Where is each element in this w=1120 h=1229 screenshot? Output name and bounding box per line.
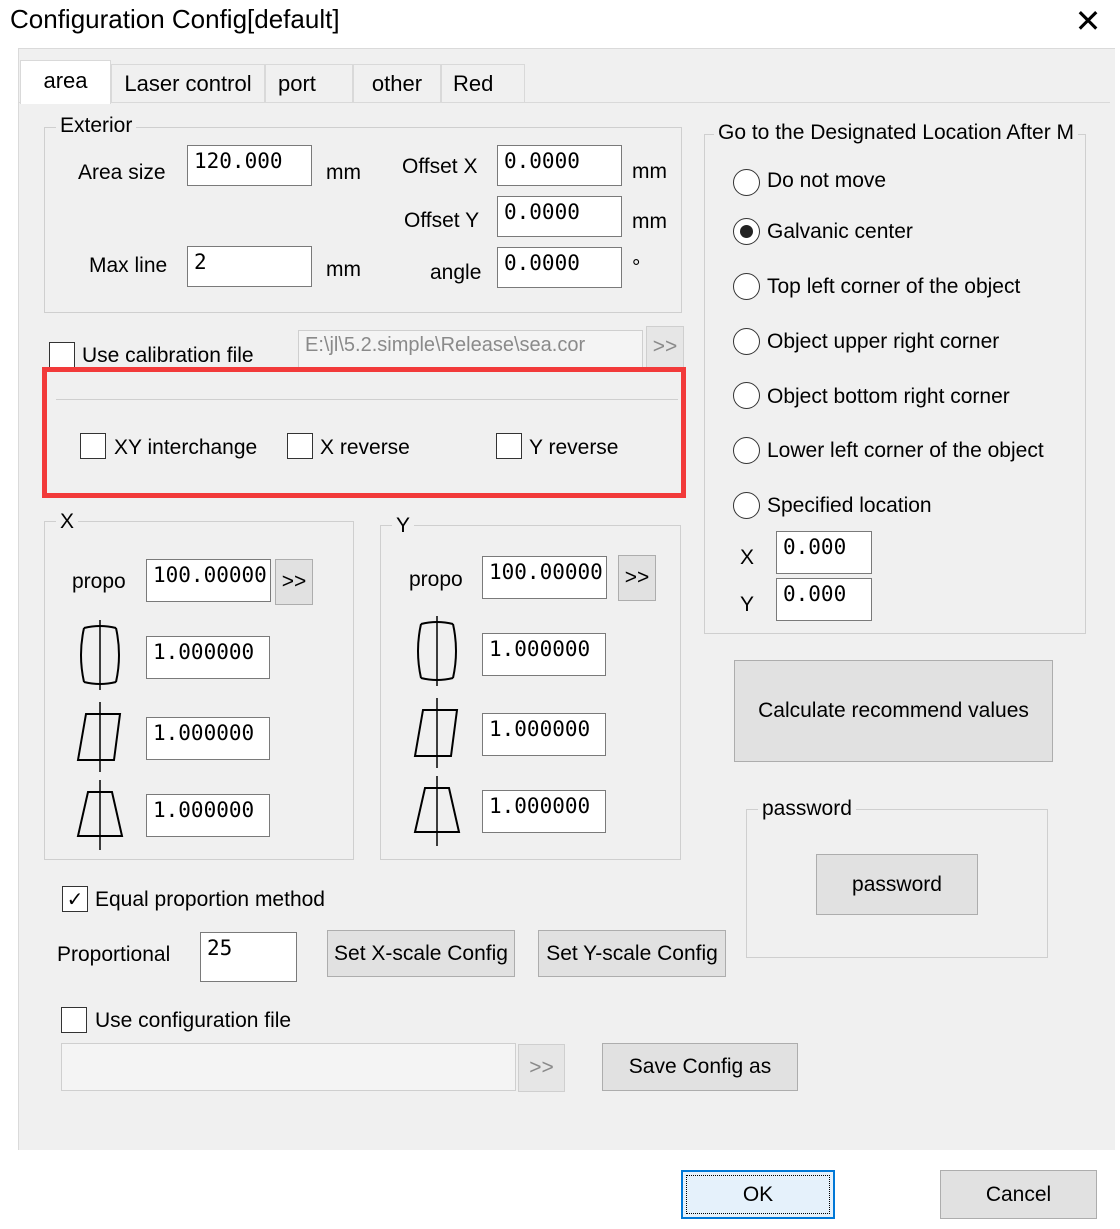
ok-button-label: OK (742, 1182, 774, 1206)
radio-top-left-corner[interactable] (733, 273, 760, 300)
radio-do-not-move[interactable] (733, 169, 760, 196)
x-barrel-input[interactable]: 1.000000 (146, 636, 270, 679)
location-y-label: Y (740, 593, 755, 616)
x-reverse-checkbox[interactable] (287, 433, 313, 459)
x-propo-button[interactable]: >> (275, 559, 313, 605)
radio-galvanic-center[interactable] (733, 218, 760, 245)
offset-y-label: Offset Y (404, 209, 480, 232)
radio-lower-left-corner[interactable] (733, 437, 760, 464)
calculate-recommend-button[interactable]: Calculate recommend values (734, 660, 1053, 762)
radio-upper-right-corner-label: Object upper right corner (767, 330, 1000, 353)
offset-y-unit: mm (632, 210, 667, 233)
tab-other[interactable]: other (353, 64, 441, 102)
set-x-scale-button[interactable]: Set X-scale Config (327, 930, 515, 977)
proportional-input[interactable]: 25 (200, 932, 297, 982)
use-calibration-checkbox[interactable] (49, 342, 75, 368)
ok-button[interactable]: OK (681, 1170, 835, 1219)
radio-lower-left-corner-label: Lower left corner of the object (767, 439, 1044, 462)
y-parallelogram-input[interactable]: 1.000000 (482, 713, 606, 756)
close-icon[interactable]: ✕ (1072, 2, 1104, 40)
angle-label: angle (430, 261, 482, 284)
area-size-unit: mm (326, 161, 361, 184)
y-reverse-label: Y reverse (529, 436, 619, 459)
xy-interchange-checkbox[interactable] (80, 433, 106, 459)
radio-specified-location[interactable] (733, 492, 760, 519)
parallelogram-distortion-icon (70, 702, 130, 772)
y-legend: Y (392, 514, 415, 538)
max-line-input[interactable]: 2 (187, 246, 312, 287)
y-trapezoid-input[interactable]: 1.000000 (482, 790, 606, 833)
barrel-distortion-icon (407, 616, 467, 686)
x-reverse-label: X reverse (320, 436, 410, 459)
config-file-browse-button[interactable]: >> (518, 1044, 565, 1092)
exterior-legend: Exterior (56, 114, 137, 138)
y-propo-button[interactable]: >> (618, 555, 656, 601)
trapezoid-distortion-icon (70, 780, 130, 850)
angle-unit: ° (632, 256, 641, 279)
x-legend: X (56, 510, 79, 534)
password-legend: password (758, 797, 856, 821)
tab-laser-control[interactable]: Laser control (111, 64, 265, 102)
angle-input[interactable]: 0.0000 (497, 247, 622, 288)
use-calibration-label: Use calibration file (82, 344, 254, 367)
radio-specified-location-label: Specified location (767, 494, 932, 517)
offset-x-label: Offset X (402, 155, 478, 178)
radio-do-not-move-label: Do not move (767, 169, 887, 192)
tab-port[interactable]: port (265, 64, 353, 102)
equal-proportion-checkbox[interactable]: ✓ (62, 886, 88, 912)
equal-proportion-label: Equal proportion method (95, 888, 325, 911)
radio-upper-right-corner[interactable] (733, 328, 760, 355)
y-propo-input[interactable]: 100.00000 (482, 556, 607, 599)
max-line-label: Max line (89, 254, 168, 277)
x-propo-input[interactable]: 100.00000 (146, 559, 271, 602)
calibration-browse-button[interactable]: >> (646, 326, 684, 368)
location-x-label: X (740, 546, 755, 569)
use-config-file-checkbox[interactable] (61, 1007, 87, 1033)
y-propo-label: propo (409, 568, 463, 591)
password-button[interactable]: password (816, 854, 978, 915)
radio-bottom-right-corner[interactable] (733, 382, 760, 409)
location-y-input[interactable]: 0.000 (776, 578, 872, 621)
set-y-scale-button[interactable]: Set Y-scale Config (538, 930, 726, 977)
barrel-distortion-icon (70, 620, 130, 690)
goto-location-group (704, 134, 1086, 634)
radio-bottom-right-corner-label: Object bottom right corner (767, 385, 1010, 408)
area-size-label: Area size (78, 161, 166, 184)
proportional-label: Proportional (57, 943, 171, 966)
max-line-unit: mm (326, 258, 361, 281)
y-reverse-checkbox[interactable] (496, 433, 522, 459)
radio-galvanic-center-label: Galvanic center (767, 220, 913, 243)
highlight-box (42, 367, 686, 498)
offset-y-input[interactable]: 0.0000 (497, 196, 622, 237)
save-config-as-button[interactable]: Save Config as (602, 1043, 798, 1091)
radio-top-left-corner-label: Top left corner of the object (767, 275, 1021, 298)
parallelogram-distortion-icon (407, 698, 467, 768)
offset-x-input[interactable]: 0.0000 (497, 145, 622, 186)
xy-interchange-label: XY interchange (114, 436, 258, 459)
calibration-path-field[interactable]: E:\jl\5.2.simple\Release\sea.cor (298, 330, 643, 370)
goto-location-legend: Go to the Designated Location After M (714, 121, 1079, 145)
offset-x-unit: mm (632, 160, 667, 183)
tab-area[interactable]: area (20, 60, 111, 104)
tab-red[interactable]: Red (441, 64, 525, 102)
cancel-button[interactable]: Cancel (940, 1170, 1097, 1219)
trapezoid-distortion-icon (407, 776, 467, 846)
x-parallelogram-input[interactable]: 1.000000 (146, 717, 270, 760)
use-config-file-label: Use configuration file (95, 1009, 292, 1032)
reverse-separator (56, 399, 678, 400)
x-propo-label: propo (72, 570, 126, 593)
y-barrel-input[interactable]: 1.000000 (482, 633, 606, 676)
area-size-input[interactable]: 120.000 (187, 145, 312, 186)
x-trapezoid-input[interactable]: 1.000000 (146, 794, 270, 837)
location-x-input[interactable]: 0.000 (776, 531, 872, 574)
window-title: Configuration Config[default] (10, 4, 340, 34)
config-file-path-field[interactable] (61, 1043, 516, 1091)
